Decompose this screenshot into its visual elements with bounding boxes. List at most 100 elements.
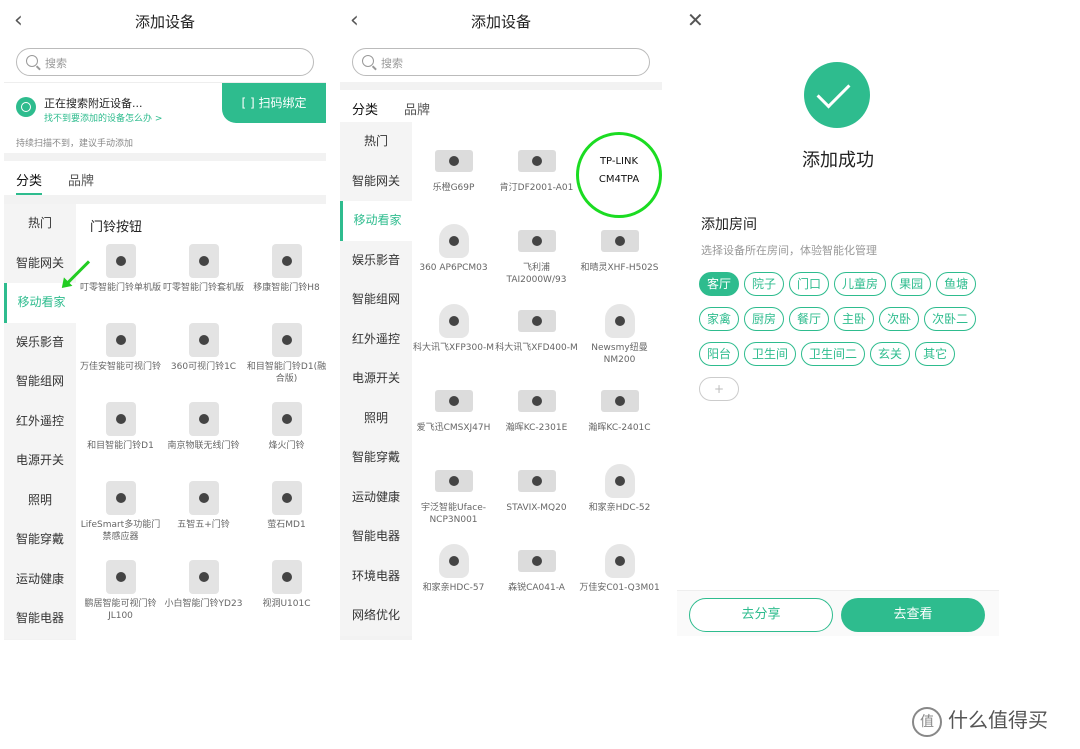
room-tag[interactable]: 儿童房 xyxy=(834,272,887,296)
device-item[interactable]: 和家亲HDC-57 xyxy=(412,544,495,594)
device-item[interactable]: 叮零智能门铃单机版 xyxy=(79,244,162,294)
camera-icon xyxy=(434,390,473,412)
sidebar-item[interactable]: 红外遥控 xyxy=(4,402,76,442)
device-item[interactable]: 萤石MD1 xyxy=(245,481,326,531)
sidebar-item[interactable]: 照明 xyxy=(4,481,76,521)
device-item[interactable]: 烽火门铃 xyxy=(245,402,326,452)
room-tag[interactable]: 其它 xyxy=(915,342,956,366)
sidebar-item[interactable]: 运动健康 xyxy=(4,560,76,600)
tab-category[interactable]: 分类 xyxy=(352,99,379,124)
device-label: 和目智能门铃D1(融合版) xyxy=(246,362,326,384)
device-item[interactable]: 乐橙G69P xyxy=(412,144,495,194)
sidebar-item[interactable]: 照明 xyxy=(340,399,412,439)
sidebar-item[interactable]: 智能电器 xyxy=(340,517,412,557)
room-tag[interactable]: 主卧 xyxy=(834,307,875,331)
watermark-logo-icon: 值 xyxy=(912,706,942,737)
close-icon[interactable]: ✕ xyxy=(687,8,704,32)
view-button[interactable]: 去查看 xyxy=(841,598,985,632)
room-tag[interactable]: 卫生间 xyxy=(744,342,797,366)
device-item[interactable]: 五智五+门铃 xyxy=(162,481,245,531)
device-item[interactable]: 360 AP6PCM03 xyxy=(412,224,495,274)
search-input[interactable]: 搜索 xyxy=(16,48,314,76)
room-tags: 客厅 院子 门口 儿童房 果园 鱼塘家禽 厨房 餐厅 主卧 次卧 次卧二阳台 卫生间 卫生间二 玄关 其它 + xyxy=(699,272,989,412)
sidebar-item[interactable]: 红外遥控 xyxy=(340,320,412,360)
sidebar-item[interactable]: 移动看家 xyxy=(340,201,412,241)
device-item[interactable]: 移康智能门铃H8 xyxy=(245,244,326,294)
device-item[interactable]: 和晴灵XHF-H502S xyxy=(578,224,661,274)
device-item[interactable]: 万佳安智能可视门铃 xyxy=(79,323,162,373)
device-item[interactable]: Newsmy纽曼NM200 xyxy=(578,304,661,366)
camera-icon xyxy=(517,390,556,412)
sidebar-item[interactable]: 热门 xyxy=(4,204,76,244)
room-tag[interactable]: 厨房 xyxy=(744,307,785,331)
room-tag[interactable]: 餐厅 xyxy=(789,307,830,331)
device-item[interactable]: 鹏居智能可视门铃JL100 xyxy=(79,560,162,622)
camera-icon xyxy=(604,464,635,498)
sidebar-item[interactable]: 电源开关 xyxy=(4,441,76,481)
sidebar-item[interactable]: 环境电器 xyxy=(340,557,412,597)
sidebar-item[interactable]: 智能电器 xyxy=(4,599,76,639)
sidebar-item[interactable]: 智能穿戴 xyxy=(4,520,76,560)
room-tag[interactable]: 家禽 xyxy=(699,307,740,331)
room-tag[interactable]: 玄关 xyxy=(870,342,911,366)
room-tag[interactable]: 次卧二 xyxy=(924,307,977,331)
device-item[interactable]: 和家亲HDC-52 xyxy=(578,464,661,514)
tab-category[interactable]: 分类 xyxy=(16,170,43,195)
bottom-bar: 去分享 去查看 xyxy=(677,590,999,636)
room-tag[interactable]: 阳台 xyxy=(699,342,740,366)
device-item[interactable]: 视洞U101C xyxy=(245,560,326,610)
device-item[interactable]: 和目智能门铃D1(融合版) xyxy=(245,323,326,385)
device-item[interactable]: 瀚晖KC-2401C xyxy=(578,384,661,434)
add-room-icon[interactable]: + xyxy=(699,377,740,401)
sidebar-item[interactable]: 热门 xyxy=(340,122,412,162)
room-tag[interactable]: 鱼塘 xyxy=(936,272,977,296)
scan-bind-button[interactable]: [ ] 扫码绑定 xyxy=(222,83,326,123)
device-item[interactable]: 肯汀DF2001-A01 xyxy=(495,144,578,194)
device-item[interactable]: 万佳安C01-Q3M01 xyxy=(578,544,661,594)
camera-icon xyxy=(517,310,556,332)
sidebar-item[interactable]: 运动健康 xyxy=(340,478,412,518)
sidebar-item[interactable]: 娱乐影音 xyxy=(4,323,76,363)
room-tag[interactable]: 门口 xyxy=(789,272,830,296)
room-tag[interactable]: 次卧 xyxy=(879,307,920,331)
camera-icon xyxy=(438,304,469,338)
room-tag[interactable]: 果园 xyxy=(891,272,932,296)
device-grid: 门铃按钮 叮零智能门铃单机版 叮零智能门铃套机版 移康智能门铃H8 万佳安智能可视门铃… xyxy=(76,204,326,640)
sidebar-item[interactable]: 智能网关 xyxy=(340,162,412,202)
device-item[interactable]: 科大讯飞XFP300-M xyxy=(412,304,495,354)
device-item[interactable]: 爱飞迅CMSXJ47H xyxy=(412,384,495,434)
doorbell-icon xyxy=(271,402,302,436)
tab-brand[interactable]: 品牌 xyxy=(404,99,430,118)
help-link[interactable]: 找不到要添加的设备怎么办 > xyxy=(44,111,162,124)
doorbell-icon xyxy=(188,323,219,357)
device-item[interactable]: STAVIX-MQ20 xyxy=(495,464,578,514)
device-item[interactable]: 森锐CA041-A xyxy=(495,544,578,594)
device-item[interactable]: 360可视门铃1C xyxy=(162,323,245,373)
tab-brand[interactable]: 品牌 xyxy=(68,170,94,189)
device-item[interactable]: LifeSmart多功能门禁感应器 xyxy=(79,481,162,543)
device-item[interactable]: 南京物联无线门铃 xyxy=(162,402,245,452)
device-item[interactable]: 小白智能门铃YD23 xyxy=(162,560,245,610)
sidebar-item[interactable]: 智能网关 xyxy=(4,244,76,284)
device-item[interactable]: 瀚晖KC-2301E xyxy=(495,384,578,434)
sidebar-item[interactable]: 智能穿戴 xyxy=(340,438,412,478)
sidebar-item[interactable]: 智能组网 xyxy=(340,280,412,320)
room-tag[interactable]: 客厅 xyxy=(699,272,740,296)
room-tag[interactable]: 卫生间二 xyxy=(801,342,866,366)
share-button[interactable]: 去分享 xyxy=(689,598,833,632)
sidebar-item[interactable]: 电源开关 xyxy=(340,359,412,399)
doorbell-icon xyxy=(105,244,136,278)
device-item[interactable]: 宇泛智能Uface-NCP3N001 xyxy=(412,464,495,526)
room-tag[interactable]: 院子 xyxy=(744,272,785,296)
sidebar-item[interactable]: 娱乐影音 xyxy=(340,241,412,281)
device-item[interactable]: 飞利浦TAI2000W/93 xyxy=(495,224,578,286)
device-item[interactable]: 科大讯飞XFD400-M xyxy=(495,304,578,354)
camera-icon xyxy=(604,544,635,578)
sidebar-item[interactable]: 网络优化 xyxy=(340,596,412,636)
search-input[interactable]: 搜索 xyxy=(352,48,650,76)
device-label: 视洞U101C xyxy=(262,599,311,609)
doorbell-icon xyxy=(271,560,302,594)
device-item[interactable]: 叮零智能门铃套机版 xyxy=(162,244,245,294)
device-item[interactable]: 和目智能门铃D1 xyxy=(79,402,162,452)
sidebar-item[interactable]: 智能组网 xyxy=(4,362,76,402)
